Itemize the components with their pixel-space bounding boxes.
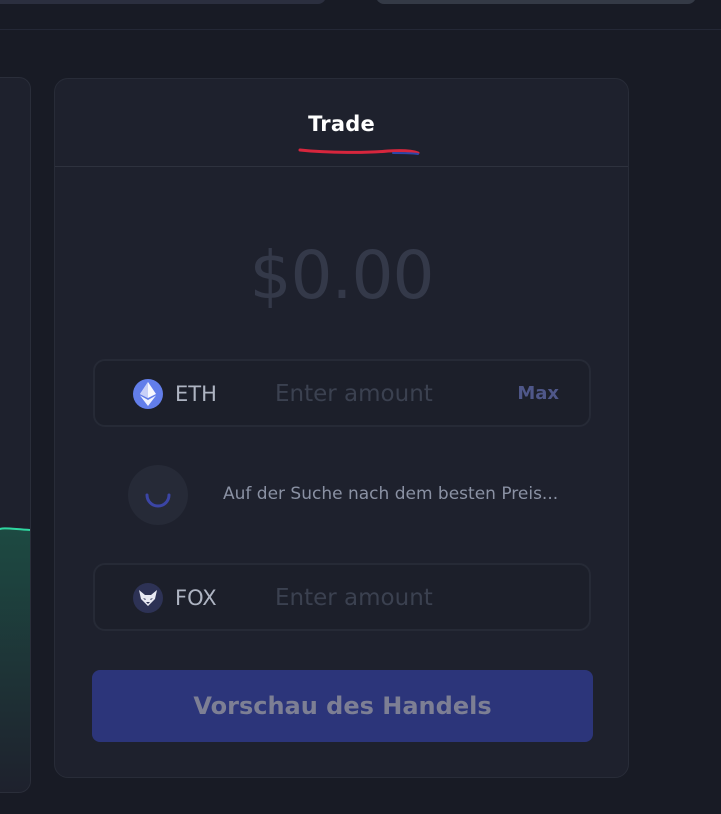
tab-underline: [298, 148, 420, 155]
max-button[interactable]: Max: [517, 383, 559, 404]
swap-loading-indicator: [128, 465, 188, 525]
buy-amount-input[interactable]: [275, 581, 495, 615]
tab-trade[interactable]: Trade: [55, 112, 628, 136]
chart-panel: [0, 77, 31, 793]
fox-icon[interactable]: [133, 583, 163, 613]
preview-trade-button[interactable]: Vorschau des Handels: [92, 670, 593, 742]
fiat-amount: $0.00: [249, 237, 435, 314]
buy-asset-row: FOX: [93, 563, 591, 631]
chart-area: [0, 528, 30, 792]
buy-asset-symbol[interactable]: FOX: [175, 586, 217, 610]
sell-asset-row: ETH Max: [93, 359, 591, 427]
trade-card: Trade $0.00 ETH Max Auf der Suche nach d…: [54, 78, 629, 778]
card-header: Trade: [55, 79, 628, 167]
top-divider: [0, 29, 721, 30]
spinner-icon: [145, 493, 171, 508]
sell-asset-symbol[interactable]: ETH: [175, 382, 217, 406]
quote-status-text: Auf der Suche nach dem besten Preis...: [223, 484, 559, 504]
price-chart: [0, 527, 30, 792]
ethereum-icon[interactable]: [133, 379, 163, 409]
top-bar-left: [0, 0, 326, 4]
sell-amount-input[interactable]: [275, 377, 495, 411]
top-bar-right: [376, 0, 696, 4]
